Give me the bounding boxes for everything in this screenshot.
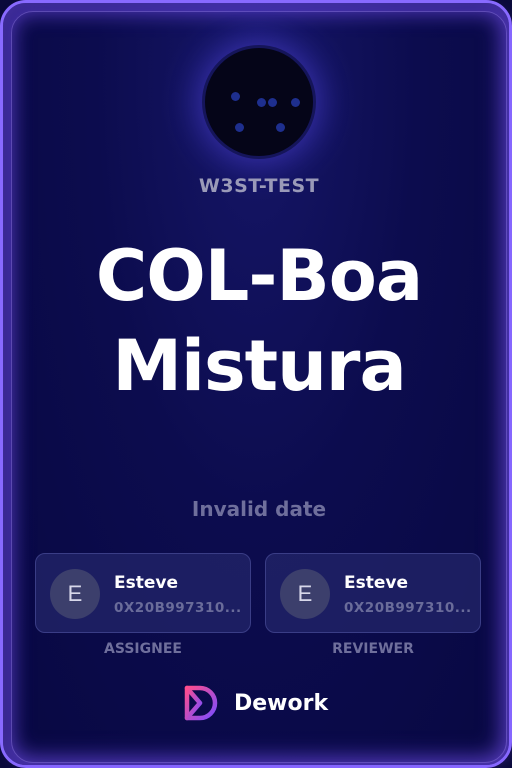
organization-name: W3ST-TEST (198, 175, 320, 197)
task-title: COL-Boa Mistura (95, 235, 423, 407)
assignee-card[interactable]: E Esteve 0X20B997310... (35, 553, 251, 633)
avatar: E (50, 569, 100, 619)
avatar-dot (231, 92, 240, 101)
dework-logo-icon (184, 685, 218, 721)
task-card: W3ST-TEST COL-Boa Mistura Invalid date E… (0, 0, 512, 768)
reviewer-name: Esteve (344, 573, 408, 593)
org-avatar-icon (202, 45, 316, 159)
avatar-dot (235, 123, 244, 132)
task-date: Invalid date (191, 497, 327, 521)
brand-name: Dework (234, 690, 329, 716)
assignee-name: Esteve (114, 573, 178, 593)
avatar-dot (291, 98, 300, 107)
reviewer-label: REVIEWER (332, 641, 414, 657)
assignee-address: 0X20B997310... (114, 600, 242, 616)
reviewer-card[interactable]: E Esteve 0X20B997310... (265, 553, 481, 633)
avatar-dot (257, 98, 266, 107)
avatar-dot (268, 98, 277, 107)
assignee-label: ASSIGNEE (104, 641, 182, 657)
brand: Dework (183, 683, 328, 723)
reviewer-address: 0X20B997310... (344, 600, 472, 616)
avatar-dot (276, 123, 285, 132)
avatar: E (280, 569, 330, 619)
